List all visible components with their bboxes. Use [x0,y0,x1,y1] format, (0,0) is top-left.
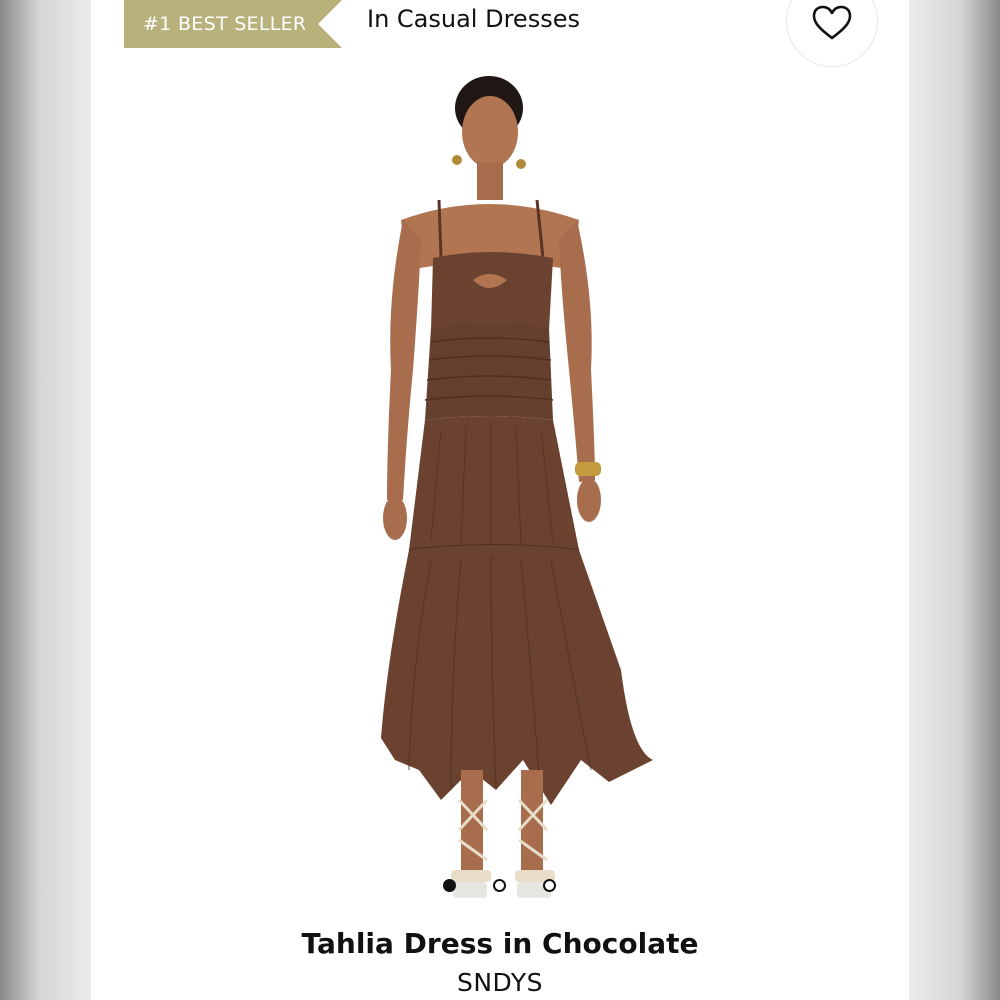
model-face [462,96,518,168]
best-seller-label: #1 BEST SELLER [143,13,307,35]
wishlist-button[interactable] [786,0,878,67]
heart-outline-icon [812,5,852,40]
product-brand[interactable]: SNDYS [91,968,909,997]
product-image[interactable] [291,70,711,915]
category-link[interactable]: In Casual Dresses [367,5,580,33]
carousel-dot-2[interactable] [493,879,506,892]
dress-bodice [431,252,553,330]
dress-skirt [381,545,653,805]
carousel-dot-3[interactable] [543,879,556,892]
product-title[interactable]: Tahlia Dress in Chocolate [91,927,909,960]
best-seller-badge: #1 BEST SELLER [124,0,342,48]
carousel-dot-1[interactable] [443,879,456,892]
product-card: #1 BEST SELLER In Casual Dresses Tahlia … [91,0,909,1000]
